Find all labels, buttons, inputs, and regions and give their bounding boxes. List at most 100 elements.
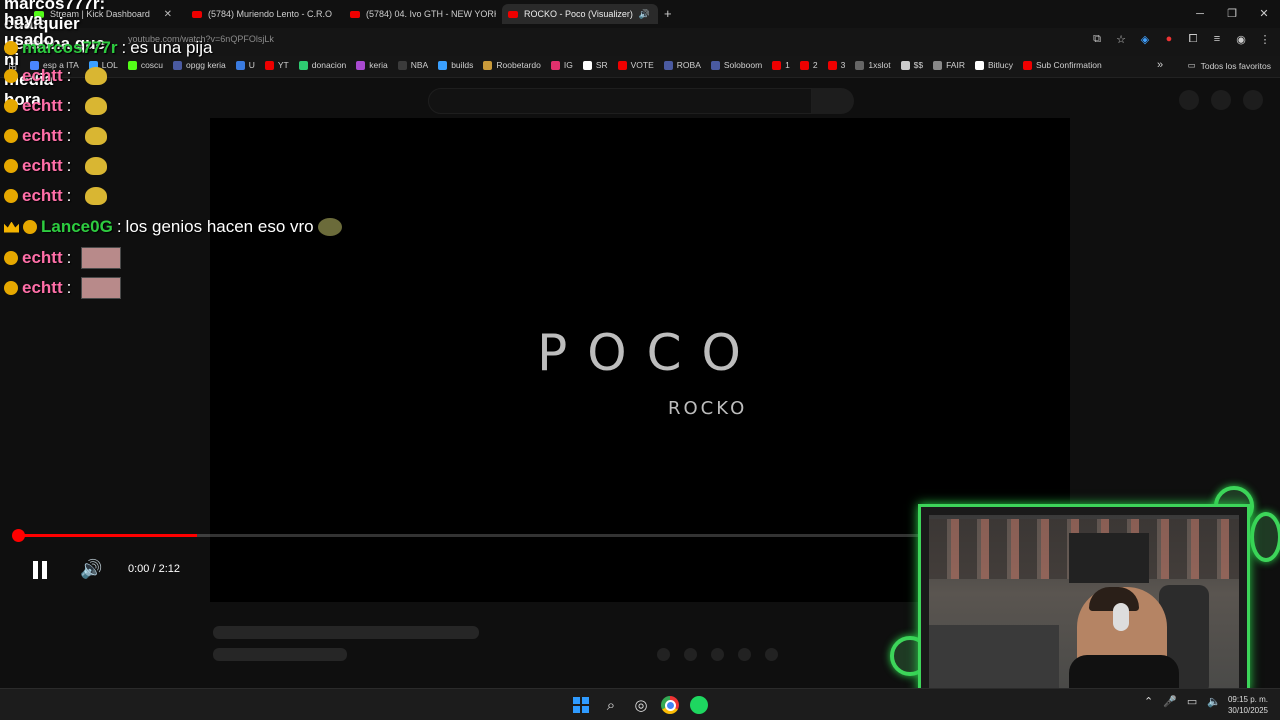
subtitle-placeholder: [213, 648, 347, 661]
bookmark-item[interactable]: coscu: [127, 60, 164, 70]
search-icon[interactable]: ⌕: [602, 696, 620, 714]
bookmark-favicon-icon: [483, 60, 493, 70]
maximize-icon[interactable]: ❐: [1216, 0, 1248, 28]
bookmark-item[interactable]: Roobetardo: [483, 60, 541, 70]
search-input[interactable]: [428, 88, 812, 114]
action-placeholder: [711, 648, 724, 661]
bookmark-item[interactable]: Bitlucy: [974, 60, 1013, 70]
chat-line: marcos777r: es una pija: [4, 38, 212, 58]
clock[interactable]: 09:15 p. m. 30/10/2025: [1228, 694, 1268, 716]
bookmark-favicon-icon: [356, 60, 366, 70]
volume-tray-icon[interactable]: 🔈: [1207, 695, 1221, 708]
tab-muriendo-lento[interactable]: (5784) Muriendo Lento - C.R.O ✕: [186, 4, 336, 24]
close-icon[interactable]: ✕: [650, 9, 658, 20]
all-bookmarks[interactable]: ▭ Todos los favoritos: [1188, 60, 1271, 71]
bookmark-label: 1: [785, 60, 790, 70]
progress-bar[interactable]: [18, 534, 1070, 537]
bookmark-item[interactable]: SR: [582, 60, 608, 70]
bookmark-item[interactable]: ROBA: [663, 60, 701, 70]
bookmark-item[interactable]: donacion: [298, 60, 347, 70]
sub-badge-icon: [4, 99, 18, 113]
bookmark-favicon-icon: [550, 60, 560, 70]
bookmark-label: SR: [595, 60, 608, 70]
volume-icon[interactable]: 🔊: [80, 559, 102, 580]
title-placeholder: [213, 626, 479, 639]
close-icon[interactable]: ✕: [156, 9, 172, 20]
media-controls-icon[interactable]: ≡: [1210, 33, 1224, 46]
bookmark-item[interactable]: VOTE: [617, 60, 654, 70]
webcam-frame-decoration: [1250, 512, 1280, 562]
streamer-shirt: [1069, 655, 1179, 689]
bookmark-item[interactable]: IG: [550, 60, 573, 70]
display-icon[interactable]: ▭: [1187, 695, 1197, 708]
bookmark-item[interactable]: opgg keria: [173, 60, 226, 70]
tab-new-york[interactable]: (5784) 04. Ivo GTH - NEW YORK ✕: [344, 4, 496, 24]
windows-taskbar: ⌕ ◎ ⌃ 🎤 ▭ 🔈 09:15 p. m. 30/10/2025: [0, 688, 1280, 720]
bookmark-label: coscu: [140, 60, 164, 70]
tab-label: ROCKO - Poco (Visualizer): [524, 9, 633, 19]
search-button[interactable]: [812, 88, 854, 114]
obs-icon[interactable]: ◎: [632, 696, 650, 714]
youtube-icon: [350, 10, 360, 18]
new-tab-icon[interactable]: +: [664, 6, 672, 21]
frog-emote-icon: [85, 127, 108, 145]
chevron-up-icon[interactable]: ⌃: [1144, 695, 1153, 708]
bookmark-item[interactable]: FAIR: [933, 60, 965, 70]
menu-icon[interactable]: ⋮: [1258, 33, 1272, 46]
bookmark-label: YT: [277, 60, 289, 70]
chat-username: Lance0G: [41, 217, 113, 236]
extensions-puzzle-icon[interactable]: ⧠: [1186, 33, 1200, 46]
install-app-icon[interactable]: ⧉: [1090, 33, 1104, 46]
extension-icon[interactable]: ●: [1162, 33, 1176, 46]
bookmark-label: donacion: [311, 60, 347, 70]
bookmark-item[interactable]: builds: [438, 60, 473, 70]
bookmark-label: IG: [563, 60, 573, 70]
bookmark-item[interactable]: 1xslot: [855, 60, 891, 70]
chat-username: echtt: [22, 278, 63, 297]
chat-message: los genios hacen eso vro: [125, 217, 314, 236]
bookmark-star-icon[interactable]: ☆: [1114, 33, 1128, 46]
avatar[interactable]: [1243, 90, 1263, 110]
bookmark-favicon-icon: [173, 60, 183, 70]
bookmark-item[interactable]: 2: [799, 60, 818, 70]
bookmark-item[interactable]: NBA: [397, 60, 429, 70]
crown-icon: [4, 221, 19, 233]
bookmark-item[interactable]: YT: [264, 60, 289, 70]
bookmark-label: NBA: [410, 60, 429, 70]
extension-icon[interactable]: ◈: [1138, 33, 1152, 46]
tab-label: (5784) Muriendo Lento - C.R.O: [208, 9, 333, 19]
bookmark-favicon-icon: [710, 60, 720, 70]
bookmark-favicon-icon: [298, 60, 308, 70]
frog-emote-icon: [85, 67, 108, 85]
profile-icon[interactable]: ◉: [1234, 33, 1248, 46]
bookmark-label: Sub Confirmation: [1036, 60, 1102, 70]
bookmark-item[interactable]: U: [235, 60, 255, 70]
tab-rocko-poco[interactable]: ROCKO - Poco (Visualizer) 🔊 ✕: [502, 4, 658, 24]
chevron-right-icon[interactable]: »: [1157, 59, 1163, 71]
bookmark-label: 3: [840, 60, 846, 70]
start-button[interactable]: [573, 697, 589, 713]
bookmark-item[interactable]: Sub Confirmation: [1023, 60, 1102, 70]
window-close-icon[interactable]: ✕: [1248, 0, 1280, 28]
spotify-icon[interactable]: [690, 696, 708, 714]
notifications-icon[interactable]: [1211, 90, 1231, 110]
bookmark-item[interactable]: Soloboom: [710, 60, 762, 70]
create-icon[interactable]: [1179, 90, 1199, 110]
bookmark-item[interactable]: $$: [900, 60, 923, 70]
image-emote-icon: [81, 277, 122, 299]
pause-button[interactable]: [28, 558, 52, 582]
progress-scrubber[interactable]: [12, 529, 25, 542]
frog-emote-icon: [85, 187, 108, 205]
bookmark-item[interactable]: 3: [827, 60, 846, 70]
microphone-icon[interactable]: 🎤: [1163, 695, 1177, 708]
minimize-icon[interactable]: ─: [1184, 0, 1216, 28]
chat-username: echtt: [22, 156, 63, 175]
bookmark-item[interactable]: 1: [772, 60, 790, 70]
bookmark-favicon-icon: [397, 60, 407, 70]
close-icon[interactable]: ✕: [332, 9, 336, 20]
speaker-icon[interactable]: 🔊: [639, 9, 650, 20]
bookmark-favicon-icon: [264, 60, 274, 70]
chrome-icon[interactable]: [661, 696, 679, 714]
bookmark-item[interactable]: keria: [356, 60, 388, 70]
bookmarks-bar: ⊞ esp a ITA LOL coscu opgg keria U YT donacion…: [0, 56, 1280, 78]
